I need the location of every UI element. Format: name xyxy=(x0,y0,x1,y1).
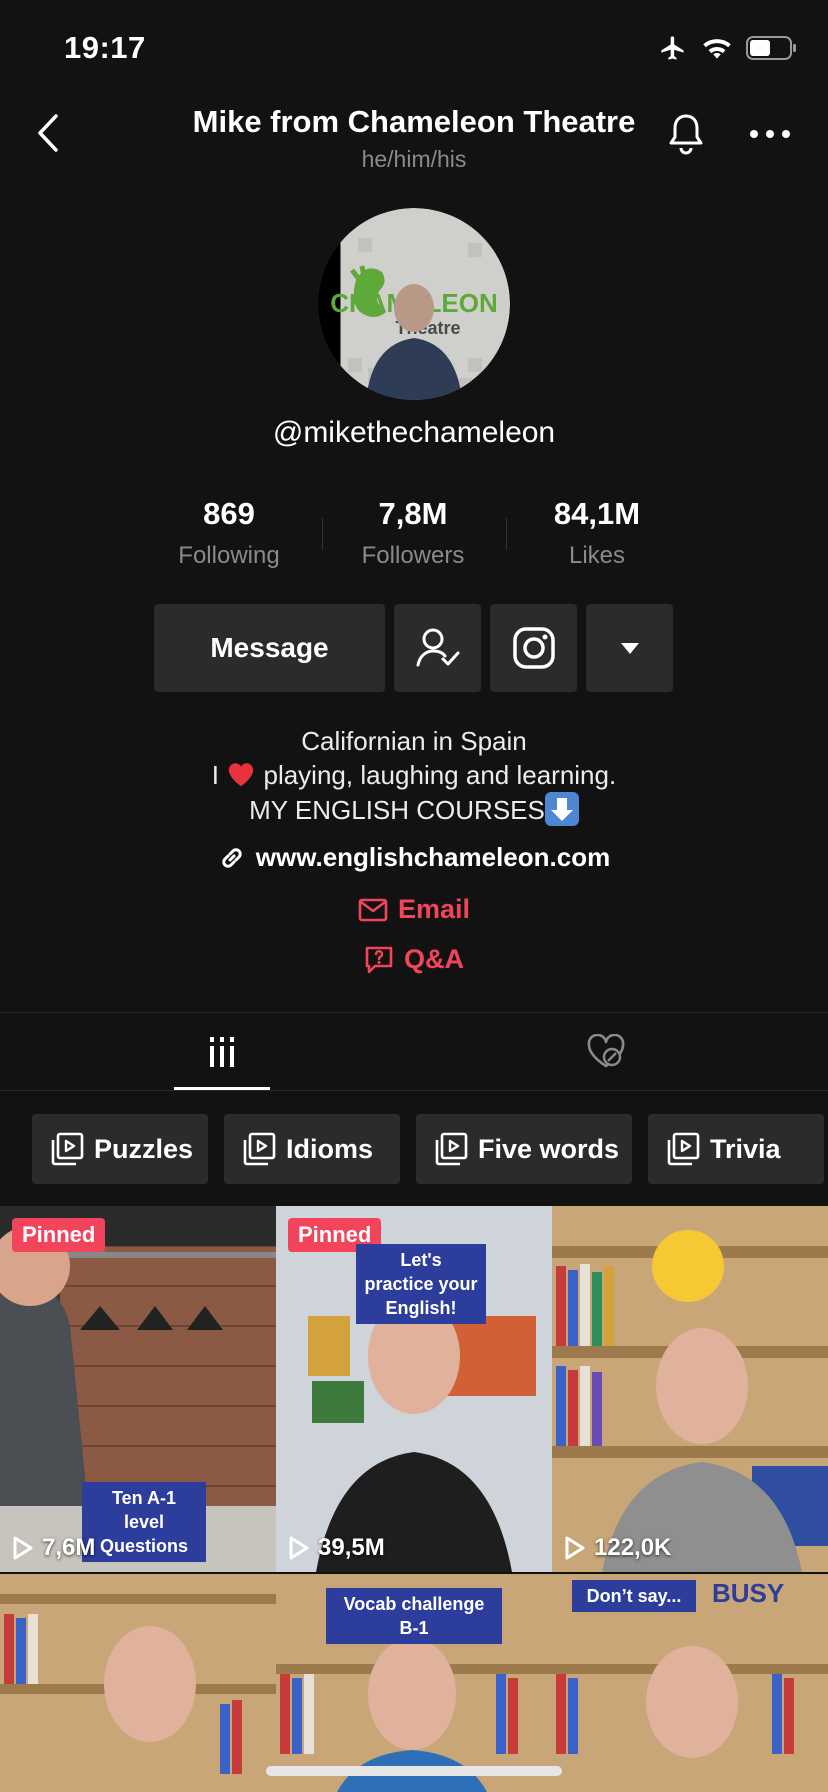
video-grid: Pinned Ten A-1 level Questions 7,6M Pinn… xyxy=(0,1206,828,1792)
playlist-label: Five words xyxy=(478,1133,620,1164)
profile-stats: 869 Following 7,8M Followers 84,1M Likes xyxy=(0,496,828,576)
playlist-icon xyxy=(667,1132,700,1166)
website-link[interactable]: www.englishchameleon.com xyxy=(0,842,828,873)
email-label: Email xyxy=(397,894,471,924)
chevron-left-icon xyxy=(38,114,58,152)
video-thumbnail[interactable]: Pinned Ten A-1 level Questions 7,6M xyxy=(0,1206,276,1572)
home-indicator[interactable] xyxy=(266,1766,562,1776)
video-caption: Don’t say... xyxy=(572,1580,696,1612)
view-count: 122,0K xyxy=(564,1534,671,1562)
playlist-five-words[interactable]: Five words xyxy=(416,1114,632,1184)
grid-icon xyxy=(210,1037,234,1067)
play-icon xyxy=(565,1536,585,1560)
page-title: Mike from Chameleon Theatre xyxy=(192,104,636,139)
stat-following-label: Following xyxy=(178,542,280,569)
following-status-button[interactable] xyxy=(394,604,481,692)
avatar-image: CHAMELEON Theatre xyxy=(318,208,510,400)
stat-followers-value: 7,8M xyxy=(378,496,448,531)
bio-line-2: I playing, laughing and learning. xyxy=(0,758,828,792)
playlist-label: Idioms xyxy=(286,1133,374,1164)
tab-videos[interactable] xyxy=(174,1014,270,1090)
tab-liked-private[interactable] xyxy=(558,1014,654,1090)
video-caption: Vocab challenge B-1 xyxy=(326,1588,502,1644)
more-dots-icon xyxy=(750,130,790,138)
video-still xyxy=(0,1574,276,1792)
divider xyxy=(0,1090,828,1091)
playlist-trivia[interactable]: Trivia xyxy=(648,1114,824,1184)
stat-likes-label: Likes xyxy=(568,542,626,569)
stat-following[interactable]: 869 Following xyxy=(144,496,314,570)
bio-line-2-suffix: playing, laughing and learning. xyxy=(263,760,617,790)
bio-line-3: MY ENGLISH COURSES xyxy=(0,792,828,827)
website-text: www.englishchameleon.com xyxy=(255,842,611,872)
link-icon xyxy=(222,847,242,868)
notifications-button[interactable] xyxy=(660,108,712,160)
bio-line-3-text: MY ENGLISH COURSES xyxy=(249,795,545,825)
qa-link[interactable]: Q&A xyxy=(0,944,828,975)
video-thumbnail[interactable]: Don’t say... BUSY xyxy=(552,1574,828,1792)
stat-following-value: 869 xyxy=(203,496,255,531)
view-count: 7,6M xyxy=(12,1534,95,1562)
stat-followers-label: Followers xyxy=(361,542,465,569)
playlist-label: Trivia xyxy=(710,1133,781,1164)
status-bar: 19:17 xyxy=(0,0,828,100)
status-time: 19:17 xyxy=(64,30,146,65)
view-count-value: 39,5M xyxy=(318,1534,385,1561)
video-thumbnail[interactable] xyxy=(0,1574,276,1792)
view-count: 39,5M xyxy=(288,1534,385,1562)
playlist-icon xyxy=(51,1132,84,1166)
battery-icon xyxy=(746,36,796,60)
video-thumbnail[interactable]: Vocab challenge B-1 xyxy=(276,1574,552,1792)
divider xyxy=(0,1012,828,1013)
stat-divider xyxy=(506,518,507,550)
play-icon xyxy=(289,1536,309,1560)
stat-followers[interactable]: 7,8M Followers xyxy=(328,496,498,570)
playlist-icon xyxy=(435,1132,468,1166)
stat-likes-value: 84,1M xyxy=(553,496,641,531)
playlist-puzzles[interactable]: Puzzles xyxy=(32,1114,208,1184)
email-link[interactable]: Email xyxy=(0,894,828,925)
playlist-idioms[interactable]: Idioms xyxy=(224,1114,400,1184)
instagram-button[interactable] xyxy=(490,604,577,692)
video-caption: Ten A-1 level Questions xyxy=(82,1482,206,1562)
play-icon xyxy=(13,1536,33,1560)
playlist-icon xyxy=(243,1132,276,1166)
qa-label: Q&A xyxy=(404,944,464,974)
user-check-icon xyxy=(416,628,459,667)
suggested-accounts-button[interactable] xyxy=(586,604,673,692)
bell-icon xyxy=(669,114,703,155)
more-options-button[interactable] xyxy=(744,108,796,160)
avatar[interactable]: CHAMELEON Theatre xyxy=(318,208,510,400)
down-arrow-icon xyxy=(544,792,579,826)
playlist-label: Puzzles xyxy=(94,1133,194,1164)
video-thumbnail[interactable]: Pinned Let's practice your English! 39,5… xyxy=(276,1206,552,1572)
view-count-value: 122,0K xyxy=(594,1534,672,1561)
hidden-heart-icon xyxy=(587,1034,625,1068)
video-still xyxy=(552,1206,828,1572)
envelope-icon xyxy=(358,898,388,921)
pinned-badge: Pinned xyxy=(12,1218,106,1252)
caret-down-icon xyxy=(620,642,639,654)
message-button[interactable]: Message xyxy=(154,604,385,692)
status-icons xyxy=(658,34,798,62)
question-bubble-icon xyxy=(365,946,393,973)
view-count-value: 7,6M xyxy=(42,1534,96,1561)
profile-bio: Californian in Spain I playing, laughing… xyxy=(0,724,828,827)
video-thumbnail[interactable]: 122,0K xyxy=(552,1206,828,1572)
stat-likes[interactable]: 84,1M Likes xyxy=(512,496,682,570)
instagram-icon xyxy=(512,627,555,669)
back-button[interactable] xyxy=(26,108,70,158)
red-heart-icon xyxy=(229,763,254,787)
airplane-mode-icon xyxy=(661,36,684,60)
stat-divider xyxy=(322,518,323,550)
video-caption: Let's practice your English! xyxy=(356,1244,486,1324)
video-caption-word: BUSY xyxy=(712,1578,785,1608)
pronouns: he/him/his xyxy=(361,146,467,172)
bio-line-2-prefix: I xyxy=(211,760,220,790)
profile-header: Mike from Chameleon Theatre he/him/his xyxy=(0,96,828,176)
bio-line-1: Californian in Spain xyxy=(301,726,527,756)
username: @mikethechameleon xyxy=(272,416,556,449)
wifi-icon xyxy=(703,39,731,59)
